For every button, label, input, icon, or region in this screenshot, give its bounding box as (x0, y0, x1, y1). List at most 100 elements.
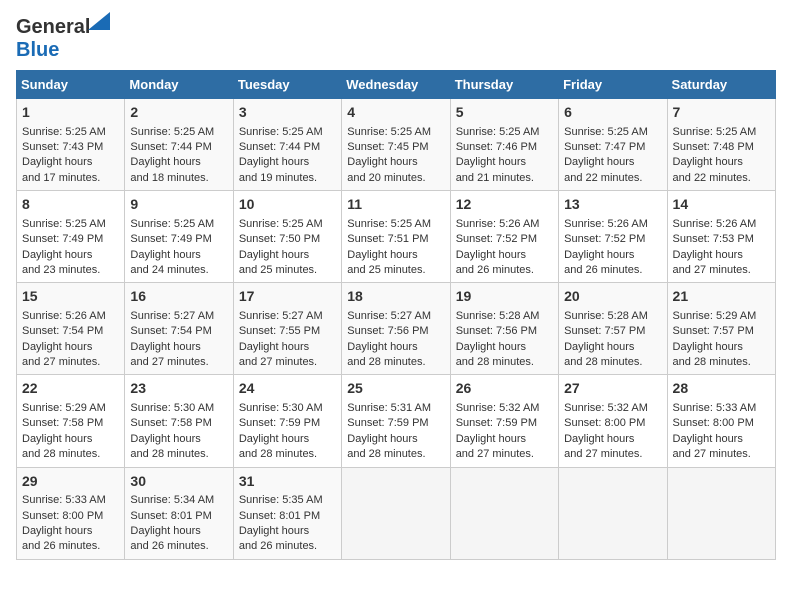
daylight-label: Daylight hours (673, 156, 743, 168)
calendar-cell: 23 Sunrise: 5:30 AM Sunset: 7:58 PM Dayl… (125, 375, 233, 467)
day-number: 1 (22, 103, 119, 123)
sunrise-text: Sunrise: 5:26 AM (22, 310, 106, 322)
calendar-cell: 10 Sunrise: 5:25 AM Sunset: 7:50 PM Dayl… (233, 191, 341, 283)
sunrise-text: Sunrise: 5:34 AM (130, 494, 214, 506)
day-number: 18 (347, 287, 444, 307)
sunset-text: Sunset: 7:46 PM (456, 141, 537, 153)
day-number: 11 (347, 195, 444, 215)
calendar-cell: 28 Sunrise: 5:33 AM Sunset: 8:00 PM Dayl… (667, 375, 775, 467)
day-number: 24 (239, 379, 336, 399)
daylight-duration: and 26 minutes. (239, 540, 317, 552)
sunset-text: Sunset: 7:50 PM (239, 233, 320, 245)
daylight-duration: and 26 minutes. (22, 540, 100, 552)
sunrise-text: Sunrise: 5:33 AM (673, 402, 757, 414)
calendar-week-row: 15 Sunrise: 5:26 AM Sunset: 7:54 PM Dayl… (17, 283, 776, 375)
sunset-text: Sunset: 7:54 PM (22, 325, 103, 337)
day-number: 31 (239, 472, 336, 492)
daylight-label: Daylight hours (564, 433, 634, 445)
daylight-duration: and 27 minutes. (673, 264, 751, 276)
day-number: 16 (130, 287, 227, 307)
sunset-text: Sunset: 7:55 PM (239, 325, 320, 337)
daylight-label: Daylight hours (347, 156, 417, 168)
calendar-cell: 6 Sunrise: 5:25 AM Sunset: 7:47 PM Dayli… (559, 99, 667, 191)
calendar-cell: 24 Sunrise: 5:30 AM Sunset: 7:59 PM Dayl… (233, 375, 341, 467)
calendar-cell: 5 Sunrise: 5:25 AM Sunset: 7:46 PM Dayli… (450, 99, 558, 191)
daylight-duration: and 22 minutes. (564, 172, 642, 184)
calendar-cell: 4 Sunrise: 5:25 AM Sunset: 7:45 PM Dayli… (342, 99, 450, 191)
daylight-label: Daylight hours (347, 433, 417, 445)
calendar-cell: 12 Sunrise: 5:26 AM Sunset: 7:52 PM Dayl… (450, 191, 558, 283)
sunrise-text: Sunrise: 5:30 AM (130, 402, 214, 414)
sunset-text: Sunset: 8:01 PM (239, 510, 320, 522)
sunrise-text: Sunrise: 5:27 AM (130, 310, 214, 322)
sunset-text: Sunset: 7:56 PM (456, 325, 537, 337)
daylight-label: Daylight hours (22, 341, 92, 353)
daylight-duration: and 27 minutes. (239, 356, 317, 368)
daylight-duration: and 28 minutes. (22, 448, 100, 460)
calendar-cell (450, 467, 558, 559)
calendar-week-row: 8 Sunrise: 5:25 AM Sunset: 7:49 PM Dayli… (17, 191, 776, 283)
sunset-text: Sunset: 7:48 PM (673, 141, 754, 153)
calendar-cell: 27 Sunrise: 5:32 AM Sunset: 8:00 PM Dayl… (559, 375, 667, 467)
calendar-header-row: SundayMondayTuesdayWednesdayThursdayFrid… (17, 71, 776, 99)
daylight-label: Daylight hours (673, 249, 743, 261)
sunrise-text: Sunrise: 5:25 AM (564, 126, 648, 138)
daylight-duration: and 22 minutes. (673, 172, 751, 184)
page-header: General Blue (16, 16, 776, 62)
calendar-cell (559, 467, 667, 559)
sunrise-text: Sunrise: 5:27 AM (347, 310, 431, 322)
sunrise-text: Sunrise: 5:25 AM (347, 218, 431, 230)
sunrise-text: Sunrise: 5:28 AM (564, 310, 648, 322)
daylight-label: Daylight hours (456, 341, 526, 353)
daylight-label: Daylight hours (456, 433, 526, 445)
sunrise-text: Sunrise: 5:26 AM (456, 218, 540, 230)
sunset-text: Sunset: 8:00 PM (564, 417, 645, 429)
sunrise-text: Sunrise: 5:25 AM (22, 126, 106, 138)
daylight-duration: and 17 minutes. (22, 172, 100, 184)
daylight-label: Daylight hours (673, 341, 743, 353)
daylight-duration: and 28 minutes. (456, 356, 534, 368)
daylight-label: Daylight hours (130, 525, 200, 537)
sunrise-text: Sunrise: 5:25 AM (673, 126, 757, 138)
sunrise-text: Sunrise: 5:26 AM (673, 218, 757, 230)
day-number: 30 (130, 472, 227, 492)
sunrise-text: Sunrise: 5:25 AM (22, 218, 106, 230)
sunrise-text: Sunrise: 5:26 AM (564, 218, 648, 230)
sunrise-text: Sunrise: 5:31 AM (347, 402, 431, 414)
daylight-duration: and 25 minutes. (239, 264, 317, 276)
sunrise-text: Sunrise: 5:25 AM (456, 126, 540, 138)
daylight-duration: and 26 minutes. (130, 540, 208, 552)
daylight-duration: and 23 minutes. (22, 264, 100, 276)
daylight-duration: and 27 minutes. (673, 448, 751, 460)
day-number: 23 (130, 379, 227, 399)
logo-general: General (16, 16, 90, 38)
calendar-cell: 25 Sunrise: 5:31 AM Sunset: 7:59 PM Dayl… (342, 375, 450, 467)
weekday-header-sunday: Sunday (17, 71, 125, 99)
sunset-text: Sunset: 8:00 PM (673, 417, 754, 429)
sunset-text: Sunset: 7:44 PM (130, 141, 211, 153)
day-number: 28 (673, 379, 770, 399)
sunset-text: Sunset: 7:43 PM (22, 141, 103, 153)
sunset-text: Sunset: 7:58 PM (130, 417, 211, 429)
daylight-label: Daylight hours (22, 433, 92, 445)
sunset-text: Sunset: 7:45 PM (347, 141, 428, 153)
logo-blue: Blue (16, 39, 59, 62)
daylight-label: Daylight hours (22, 525, 92, 537)
calendar-cell: 13 Sunrise: 5:26 AM Sunset: 7:52 PM Dayl… (559, 191, 667, 283)
sunset-text: Sunset: 7:53 PM (673, 233, 754, 245)
daylight-label: Daylight hours (564, 156, 634, 168)
calendar-cell: 7 Sunrise: 5:25 AM Sunset: 7:48 PM Dayli… (667, 99, 775, 191)
calendar-cell: 9 Sunrise: 5:25 AM Sunset: 7:49 PM Dayli… (125, 191, 233, 283)
daylight-label: Daylight hours (130, 249, 200, 261)
day-number: 12 (456, 195, 553, 215)
daylight-label: Daylight hours (130, 341, 200, 353)
daylight-duration: and 25 minutes. (347, 264, 425, 276)
weekday-header-monday: Monday (125, 71, 233, 99)
sunset-text: Sunset: 7:49 PM (130, 233, 211, 245)
day-number: 2 (130, 103, 227, 123)
sunset-text: Sunset: 7:47 PM (564, 141, 645, 153)
daylight-label: Daylight hours (347, 341, 417, 353)
sunrise-text: Sunrise: 5:27 AM (239, 310, 323, 322)
daylight-label: Daylight hours (130, 433, 200, 445)
daylight-duration: and 19 minutes. (239, 172, 317, 184)
